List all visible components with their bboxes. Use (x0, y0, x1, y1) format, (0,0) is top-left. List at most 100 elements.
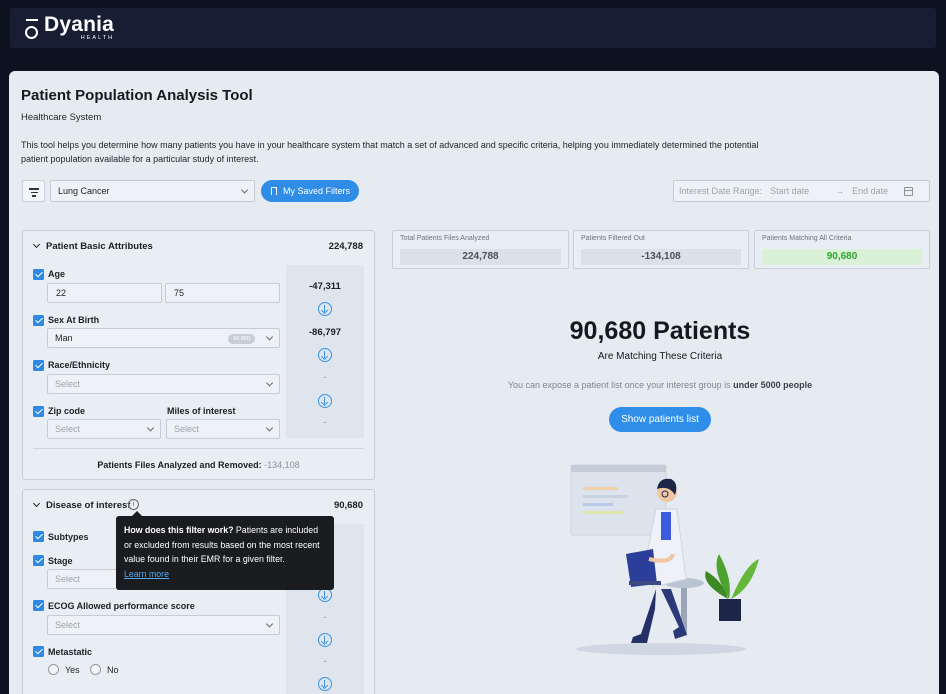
ecog-select-placeholder: Select (55, 620, 81, 630)
ecog-checkbox[interactable] (33, 600, 44, 611)
miles-select[interactable]: Select (166, 419, 280, 439)
race-removed-count: - (323, 372, 327, 382)
main-content: Patient Population Analysis Tool Healthc… (9, 71, 939, 694)
age-removed-count: -47,311 (309, 281, 341, 292)
arrow-right-icon: → (835, 186, 845, 196)
hint-bold: under 5000 people (733, 380, 813, 390)
chevron-down-icon (265, 333, 274, 341)
age-label: Age (48, 269, 66, 279)
brand-name: Dyania (44, 13, 115, 36)
race-checkbox[interactable] (33, 360, 44, 371)
filter-toggle-button[interactable] (22, 180, 45, 202)
miles-select-placeholder: Select (174, 424, 200, 434)
stage-checkbox[interactable] (33, 555, 44, 566)
arrow-down-circle-icon[interactable] (318, 302, 332, 316)
chevron-down-icon (146, 424, 155, 432)
metastatic-yes-radio[interactable] (48, 664, 59, 675)
metastatic-label: Metastatic (48, 647, 93, 657)
zip-checkbox[interactable] (33, 406, 44, 417)
miles-label: Miles of interest (167, 406, 236, 416)
date-range-picker[interactable]: Interest Date Range: Start date → End da… (673, 180, 930, 202)
matching-patients-headline: 90,680 Patients (569, 317, 751, 345)
date-range-label: Interest Date Range: (679, 186, 763, 196)
show-patients-button[interactable]: Show patients list (609, 407, 711, 432)
stat-label: Total Patients Files Analyzed (400, 235, 490, 242)
brand-sub: HEALTH (80, 35, 115, 41)
zip-select[interactable]: Select (47, 419, 161, 439)
stat-filtered-out: Patients Filtered Out -134,108 (573, 230, 749, 269)
patient-list-hint: You can expose a patient list once your … (390, 380, 930, 390)
basic-summary-label: Patients Files Analyzed and Removed: (97, 460, 262, 470)
sex-select[interactable]: Man 90,680 (47, 328, 280, 348)
page-description: This tool helps you determine how many p… (21, 140, 759, 164)
arrow-down-circle-icon[interactable] (318, 394, 332, 408)
arrow-down-circle-icon[interactable] (318, 677, 332, 691)
sex-checkbox[interactable] (33, 315, 44, 326)
divider (33, 448, 364, 449)
dyania-logo[interactable]: Dyania HEALTH (24, 14, 114, 42)
chevron-down-icon (265, 379, 274, 387)
chevron-down-icon (265, 620, 274, 628)
disease-count: 90,680 (333, 500, 363, 511)
race-label: Race/Ethnicity (48, 360, 111, 370)
stage-select-placeholder: Select (55, 574, 81, 584)
chevron-down-icon (265, 424, 274, 432)
basic-attributes-count: 224,788 (328, 241, 363, 252)
chevron-down-icon (32, 499, 41, 508)
matching-patients-subtitle: Are Matching These Criteria (597, 351, 723, 362)
metastatic-no-label: No (107, 665, 119, 675)
top-navbar: Dyania HEALTH (10, 8, 936, 48)
basic-attributes-header[interactable]: Patient Basic Attributes 224,788 (23, 231, 374, 261)
page-subtitle: Healthcare System (21, 112, 102, 123)
filter-icon (29, 188, 39, 190)
metastatic-checkbox[interactable] (33, 646, 44, 657)
metastatic-removed-count: - (323, 656, 327, 666)
arrow-down-circle-icon[interactable] (318, 348, 332, 362)
age-min-input[interactable]: 22 (47, 283, 162, 303)
stat-label: Patients Filtered Out (581, 235, 645, 242)
doctor-laptop-illustration (570, 464, 759, 655)
filter-info-tooltip: How does this filter work? Patients are … (116, 511, 334, 590)
metastatic-yes-label: Yes (65, 665, 80, 675)
sex-select-value: Man (55, 333, 73, 343)
end-date-input[interactable]: End date (852, 186, 888, 196)
basic-attributes-title: Patient Basic Attributes (46, 241, 153, 252)
basic-summary-value: -134,108 (264, 460, 300, 470)
basic-summary: Patients Files Analyzed and Removed: -13… (23, 460, 374, 470)
race-select[interactable]: Select (47, 374, 280, 394)
race-select-placeholder: Select (55, 379, 81, 389)
start-date-input[interactable]: Start date (770, 186, 809, 196)
sex-removed-count: -86,797 (308, 327, 342, 338)
subtypes-checkbox[interactable] (33, 531, 44, 542)
subtypes-label: Subtypes (48, 532, 89, 542)
hint-text: You can expose a patient list once your … (507, 380, 734, 390)
bookmark-icon (271, 187, 277, 195)
stat-label: Patients Matching All Criteria (762, 235, 852, 242)
disease-title: Disease of interest (46, 500, 131, 511)
stat-value: 90,680 (762, 249, 922, 265)
zip-select-placeholder: Select (55, 424, 81, 434)
arrow-down-circle-icon[interactable] (318, 633, 332, 647)
ecog-select[interactable]: Select (47, 615, 280, 635)
saved-filters-button[interactable]: My Saved Filters (261, 180, 359, 202)
age-max-input[interactable]: 75 (165, 283, 280, 303)
count-chip: 90,680 (228, 334, 255, 344)
zip-label: Zip code (48, 406, 86, 416)
learn-more-link[interactable]: Learn more (124, 569, 169, 579)
metastatic-no-radio[interactable] (90, 664, 101, 675)
chevron-down-icon (32, 240, 41, 249)
calendar-icon[interactable] (904, 187, 913, 196)
dyania-logo-icon (24, 17, 40, 39)
basic-attributes-panel: Patient Basic Attributes 224,788 Age 22 … (22, 230, 375, 480)
info-icon[interactable]: i (128, 499, 139, 510)
ecog-removed-count: - (323, 612, 327, 622)
sex-label: Sex At Birth (48, 315, 100, 325)
age-checkbox[interactable] (33, 269, 44, 280)
stat-matching: Patients Matching All Criteria 90,680 (754, 230, 930, 269)
stage-label: Stage (48, 556, 73, 566)
disease-select-value: Lung Cancer (58, 186, 110, 196)
tooltip-title: How does this filter work? (124, 525, 234, 535)
arrow-down-circle-icon[interactable] (318, 588, 332, 602)
chevron-down-icon (240, 186, 249, 194)
disease-select[interactable]: Lung Cancer (50, 180, 255, 202)
